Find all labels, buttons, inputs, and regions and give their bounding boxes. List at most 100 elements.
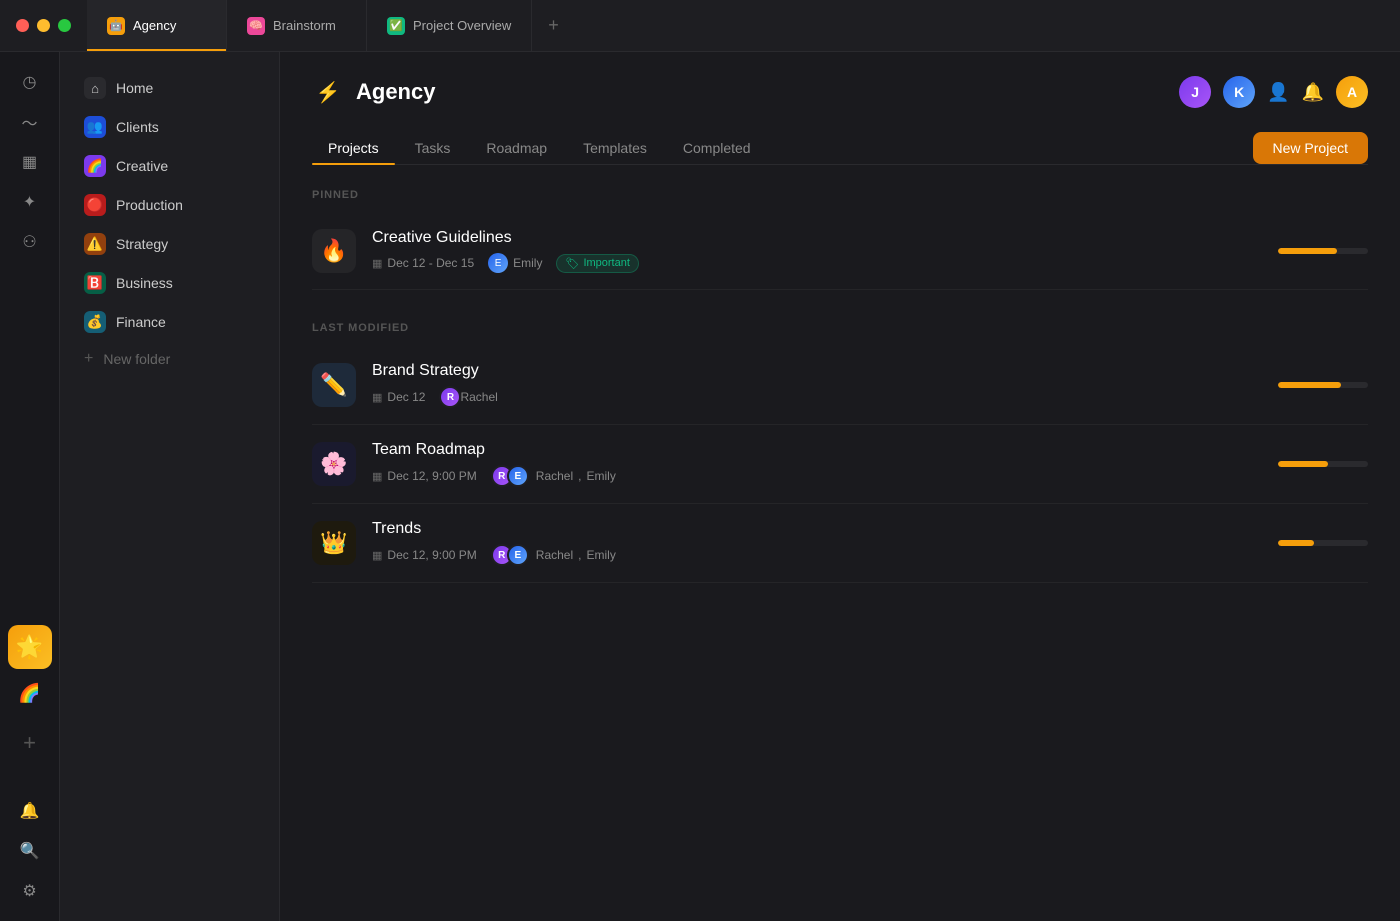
home-icon: ⌂ <box>84 77 106 99</box>
tab-projects[interactable]: Projects <box>312 132 395 164</box>
nav-calendar[interactable]: ▦ <box>12 144 48 180</box>
project-assignees-roadmap: R E Rachel, Emily <box>491 465 616 487</box>
tab-templates[interactable]: Templates <box>567 132 663 164</box>
project-meta-creative-guidelines: ▦ Dec 12 - Dec 15 E Emily 🏷 Important <box>372 253 1262 273</box>
project-card-brand-strategy[interactable]: ✏️ Brand Strategy ▦ Dec 12 R Rachel <box>312 346 1368 425</box>
project-date-roadmap: ▦ Dec 12, 9:00 PM <box>372 469 477 483</box>
strategy-icon: ⚠️ <box>84 233 106 255</box>
project-card-trends[interactable]: 👑 Trends ▦ Dec 12, 9:00 PM R E <box>312 504 1368 583</box>
emily-avatar-roadmap: E <box>507 465 529 487</box>
sidebar-label-strategy: Strategy <box>116 236 168 252</box>
sidebar-item-production[interactable]: 🔴 Production <box>68 186 271 224</box>
minimize-button[interactable] <box>37 19 50 32</box>
sidebar-item-strategy[interactable]: ⚠️ Strategy <box>68 225 271 263</box>
assignees-label-brand: Rachel <box>460 390 497 404</box>
production-icon: 🔴 <box>84 194 106 216</box>
sidebar-label-business: Business <box>116 275 173 291</box>
tab-agency[interactable]: 🤖 Agency <box>87 0 227 51</box>
traffic-lights <box>0 0 87 51</box>
page-header: ⚡ Agency J K 👤 🔔 A <box>312 76 1368 108</box>
nav-star[interactable]: ✦ <box>12 184 48 220</box>
project-info-brand-strategy: Brand Strategy ▦ Dec 12 R Rachel <box>372 362 1262 408</box>
progress-bar-fill <box>1278 382 1341 388</box>
finance-icon: 💰 <box>84 311 106 333</box>
project-progress-brand <box>1278 382 1368 388</box>
tab-agency-label: Agency <box>133 18 176 33</box>
tab-brainstorm[interactable]: 🧠 Brainstorm <box>227 0 367 51</box>
project-date-trends: ▦ Dec 12, 9:00 PM <box>372 548 477 562</box>
main-layout: ◷ 〜 ▦ ✦ ⚇ 🌟 🌈 + 🔔 🔍 ⚙ ⌂ Home 👥 Clients 🌈… <box>0 52 1400 921</box>
tab-roadmap[interactable]: Roadmap <box>470 132 563 164</box>
tag-label: Important <box>583 257 629 269</box>
header-avatar-2[interactable]: K <box>1223 76 1255 108</box>
search-icon[interactable]: 🔍 <box>12 833 48 869</box>
tab-agency-icon: 🤖 <box>107 17 125 35</box>
tab-completed[interactable]: Completed <box>667 132 767 164</box>
new-folder-button[interactable]: + New folder <box>68 342 271 376</box>
project-name-team-roadmap: Team Roadmap <box>372 441 1262 459</box>
pinned-section: PINNED 🔥 Creative Guidelines ▦ Dec 12 - … <box>312 189 1368 290</box>
sidebar-item-finance[interactable]: 💰 Finance <box>68 303 271 341</box>
page-title: Agency <box>356 79 435 105</box>
tab-overview-icon: ✅ <box>387 17 405 35</box>
last-modified-label: LAST MODIFIED <box>312 322 1368 334</box>
project-info-creative-guidelines: Creative Guidelines ▦ Dec 12 - Dec 15 E … <box>372 229 1262 273</box>
progress-bar-container <box>1278 540 1368 546</box>
calendar-icon: ▦ <box>372 549 382 562</box>
page-emoji: ⚡ <box>312 76 344 108</box>
page-title-wrap: ⚡ Agency <box>312 76 435 108</box>
progress-bar-container <box>1278 461 1368 467</box>
nav-team[interactable]: ⚇ <box>12 224 48 260</box>
sidebar-label-home: Home <box>116 80 153 96</box>
bell-icon[interactable]: 🔔 <box>12 793 48 829</box>
project-assignees-trends: R E Rachel, Emily <box>491 544 616 566</box>
sidebar-item-business[interactable]: 🅱️ Business <box>68 264 271 302</box>
add-workspace-button[interactable]: + <box>12 725 48 761</box>
settings-icon[interactable]: ⚙ <box>12 873 48 909</box>
nav-tabs: Projects Tasks Roadmap Templates Complet… <box>312 132 1368 165</box>
current-app-icon[interactable]: 🌟 <box>8 625 52 669</box>
add-member-icon[interactable]: 👤 <box>1267 82 1289 103</box>
add-tab-button[interactable]: + <box>532 0 575 51</box>
project-card-team-roadmap[interactable]: 🌸 Team Roadmap ▦ Dec 12, 9:00 PM R E <box>312 425 1368 504</box>
project-date-range-value: Dec 12 - Dec 15 <box>387 256 474 270</box>
nav-activity[interactable]: ◷ <box>12 64 48 100</box>
assignee-name: Emily <box>513 256 542 270</box>
sidebar-item-clients[interactable]: 👥 Clients <box>68 108 271 146</box>
close-button[interactable] <box>16 19 29 32</box>
project-info-trends: Trends ▦ Dec 12, 9:00 PM R E Rachel, <box>372 520 1262 566</box>
creative-icon: 🌈 <box>84 155 106 177</box>
project-date-trends-value: Dec 12, 9:00 PM <box>387 548 476 562</box>
business-icon: 🅱️ <box>84 272 106 294</box>
tab-brainstorm-label: Brainstorm <box>273 18 336 33</box>
clients-icon: 👥 <box>84 116 106 138</box>
new-project-button[interactable]: New Project <box>1253 132 1368 164</box>
sidebar-item-creative[interactable]: 🌈 Creative <box>68 147 271 185</box>
last-modified-section: LAST MODIFIED ✏️ Brand Strategy ▦ Dec 12… <box>312 322 1368 583</box>
tab-project-overview[interactable]: ✅ Project Overview <box>367 0 532 51</box>
project-card-creative-guidelines[interactable]: 🔥 Creative Guidelines ▦ Dec 12 - Dec 15 … <box>312 213 1368 290</box>
user-avatar[interactable]: A <box>1336 76 1368 108</box>
sidebar-item-home[interactable]: ⌂ Home <box>68 69 271 107</box>
notification-icon[interactable]: 🔔 <box>1302 82 1324 103</box>
pinned-label: PINNED <box>312 189 1368 201</box>
tab-bar: 🤖 Agency 🧠 Brainstorm ✅ Project Overview… <box>87 0 1400 51</box>
project-icon-brand-strategy: ✏️ <box>312 363 356 407</box>
maximize-button[interactable] <box>58 19 71 32</box>
header-actions: J K 👤 🔔 A <box>1179 76 1368 108</box>
rainbow-app-icon[interactable]: 🌈 <box>12 675 48 711</box>
tab-tasks[interactable]: Tasks <box>399 132 467 164</box>
project-icon-creative-guidelines: 🔥 <box>312 229 356 273</box>
header-avatar-1[interactable]: J <box>1179 76 1211 108</box>
project-progress-roadmap <box>1278 461 1368 467</box>
sidebar-label-production: Production <box>116 197 183 213</box>
nav-pulse[interactable]: 〜 <box>12 104 48 140</box>
assignees-label2-trends: Emily <box>587 548 616 562</box>
sidebar: ⌂ Home 👥 Clients 🌈 Creative 🔴 Production… <box>60 52 280 921</box>
progress-bar-container <box>1278 382 1368 388</box>
calendar-icon: ▦ <box>372 470 382 483</box>
progress-bar-fill <box>1278 461 1328 467</box>
tab-brainstorm-icon: 🧠 <box>247 17 265 35</box>
sidebar-label-clients: Clients <box>116 119 159 135</box>
project-date-brand: ▦ Dec 12 <box>372 390 425 404</box>
